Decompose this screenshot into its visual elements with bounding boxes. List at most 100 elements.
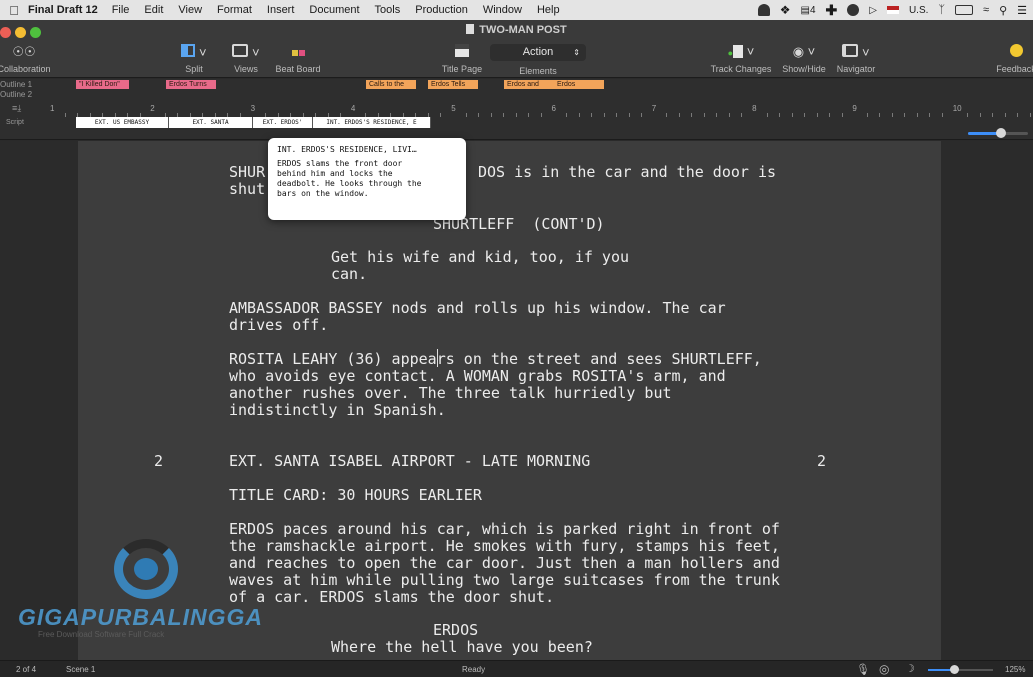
- apple-icon[interactable]: : [0, 3, 28, 18]
- ruler-tick: [816, 113, 818, 117]
- menu-document[interactable]: Document: [309, 4, 359, 16]
- ruler-tick: [1029, 113, 1031, 117]
- search-icon[interactable]: ⚲: [999, 4, 1007, 17]
- action-line[interactable]: another rushes over. The three talk hurr…: [229, 385, 672, 402]
- action-line[interactable]: indistinctly in Spanish.: [229, 402, 446, 419]
- scene-heading[interactable]: EXT. SANTA ISABEL AIRPORT - LATE MORNING: [229, 453, 590, 470]
- action-line[interactable]: waves at him while pulling two large sui…: [229, 572, 780, 589]
- ruler-tick: [591, 113, 592, 117]
- input-source-label[interactable]: U.S.: [909, 5, 928, 16]
- scene-indicator[interactable]: Scene 1: [66, 665, 95, 674]
- ruler-tick-label: 2: [150, 104, 155, 113]
- notification-count: 4: [809, 4, 816, 16]
- ruler-tick: [691, 113, 693, 117]
- flag-icon[interactable]: [886, 6, 899, 14]
- menu-window[interactable]: Window: [483, 4, 522, 16]
- action-line[interactable]: and reaches to open the car door. Just t…: [229, 555, 780, 572]
- ruler-tick: [540, 113, 542, 117]
- ruler-tick: [904, 113, 906, 117]
- dialogue-line[interactable]: Where the hell have you been?: [331, 639, 593, 656]
- bluetooth-icon[interactable]: ᛉ: [938, 4, 945, 16]
- ruler-tick: [64, 113, 66, 117]
- wifi-icon[interactable]: ≈: [983, 4, 989, 16]
- dialogue-line[interactable]: Get his wife and kid, too, if you: [331, 249, 629, 266]
- menu-insert[interactable]: Insert: [267, 4, 295, 16]
- play-icon[interactable]: ▷: [869, 5, 877, 16]
- zoom-slider[interactable]: [928, 669, 993, 671]
- action-line[interactable]: drives off.: [229, 317, 328, 334]
- views-button[interactable]: ˅ Views: [224, 44, 268, 74]
- outline-bar[interactable]: "I Killed Don": [76, 80, 129, 89]
- beat-board-icon: [272, 44, 324, 60]
- notification-icon[interactable]: ▤4: [801, 5, 816, 16]
- watermark-subtitle: Free Download Software Full Crack: [38, 630, 165, 639]
- split-icon: ˅: [172, 44, 216, 60]
- microphone-icon[interactable]: 🎙: [856, 663, 870, 676]
- menu-edit[interactable]: Edit: [144, 4, 163, 16]
- menu-file[interactable]: File: [112, 4, 130, 16]
- menu-tools[interactable]: Tools: [375, 4, 401, 16]
- collaboration-button[interactable]: ☉☉ Collaboration: [0, 44, 52, 74]
- outline-bar[interactable]: Calls to the: [366, 80, 416, 89]
- split-button[interactable]: ˅ Split: [172, 44, 216, 74]
- menu-format[interactable]: Format: [217, 4, 252, 16]
- menu-app-name[interactable]: Final Draft 12: [28, 4, 98, 16]
- beat-board-button[interactable]: Beat Board: [272, 44, 324, 74]
- action-line[interactable]: TITLE CARD: 30 HOURS EARLIER: [229, 487, 482, 504]
- ruler-tick: [528, 113, 530, 117]
- outline-bar[interactable]: Erdos: [554, 80, 604, 89]
- ruler-tick: [465, 113, 467, 117]
- navigator-button[interactable]: ˅ Navigator: [832, 44, 880, 74]
- outline2-label: Outline 2: [0, 90, 33, 99]
- outline-bar[interactable]: Erdos and: [504, 80, 554, 89]
- scene-cell[interactable]: EXT. US EMBASSY: [76, 117, 169, 128]
- scene-cell[interactable]: INT. ERDOS'S RESIDENCE, E: [313, 117, 431, 128]
- action-line[interactable]: who avoids eye contact. A WOMAN grabs RO…: [229, 368, 726, 385]
- zoom-level[interactable]: 125%: [1005, 665, 1025, 674]
- watermark-logo: GIGAPURBALINGGA Free Download Software F…: [18, 536, 278, 646]
- ruler-tick: [779, 113, 781, 117]
- action-line[interactable]: SHUR: [229, 164, 265, 181]
- plus-icon[interactable]: ✚: [826, 2, 838, 19]
- menu-production[interactable]: Production: [415, 4, 468, 16]
- scene-number-right: 2: [817, 452, 827, 470]
- elements-select[interactable]: Action ⇕: [490, 44, 586, 61]
- outline1-label: Outline 1: [0, 80, 33, 89]
- scene-cell[interactable]: EXT. SANTA: [169, 117, 253, 128]
- action-line[interactable]: AMBASSADOR BASSEY nods and rolls up his …: [229, 300, 726, 317]
- outline-zoom-knob[interactable]: [996, 128, 1006, 138]
- menu-view[interactable]: View: [178, 4, 202, 16]
- night-mode-icon[interactable]: ☽: [905, 662, 915, 675]
- action-line[interactable]: ERDOS paces around his car, which is par…: [229, 521, 780, 538]
- dropbox-icon[interactable]: ❖: [780, 3, 791, 17]
- character-name[interactable]: ERDOS: [433, 622, 478, 639]
- ruler: 1 2 3 4 5 6 7 8 9 10: [46, 104, 1033, 118]
- focus-icon[interactable]: ◎: [879, 662, 889, 676]
- ruler-tick: [1017, 113, 1019, 117]
- track-changes-button[interactable]: ● ˅ Track Changes: [706, 44, 776, 74]
- action-line[interactable]: the ramshackle airport. He smokes with f…: [229, 538, 780, 555]
- ruler-tick: [891, 113, 893, 117]
- page-indicator[interactable]: 2 of 4: [16, 665, 36, 674]
- refresh-icon[interactable]: [847, 4, 860, 16]
- gauge-icon[interactable]: [757, 4, 770, 16]
- collapse-icon[interactable]: ≡⤓: [12, 103, 21, 114]
- action-line[interactable]: DOS is in the car and the door is: [478, 164, 776, 181]
- ruler-tick: [666, 113, 668, 117]
- control-center-icon[interactable]: ☰: [1017, 4, 1027, 17]
- menu-help[interactable]: Help: [537, 4, 560, 16]
- dialogue-line[interactable]: can.: [331, 266, 367, 283]
- navigator-icon: ˅: [832, 44, 880, 60]
- action-line[interactable]: shut: [229, 181, 265, 198]
- action-line[interactable]: ROSITA LEAHY (36) appears on the street …: [229, 351, 762, 368]
- track-changes-icon: ● ˅: [727, 44, 755, 59]
- show-hide-button[interactable]: ◉ ˅ Show/Hide: [778, 44, 830, 74]
- outline-panel: Outline 1 Outline 2 "I Killed Don" Erdos…: [0, 79, 1033, 140]
- title-page-button[interactable]: Title Page: [436, 44, 488, 74]
- outline-bar[interactable]: Erdos Turns: [166, 80, 216, 89]
- outline-bar[interactable]: Erdos Tells: [428, 80, 478, 89]
- battery-icon[interactable]: [955, 5, 974, 15]
- zoom-slider-knob[interactable]: [950, 665, 959, 674]
- feedback-button[interactable]: Feedback: [992, 44, 1033, 74]
- scene-cell[interactable]: EXT. ERDOS': [253, 117, 313, 128]
